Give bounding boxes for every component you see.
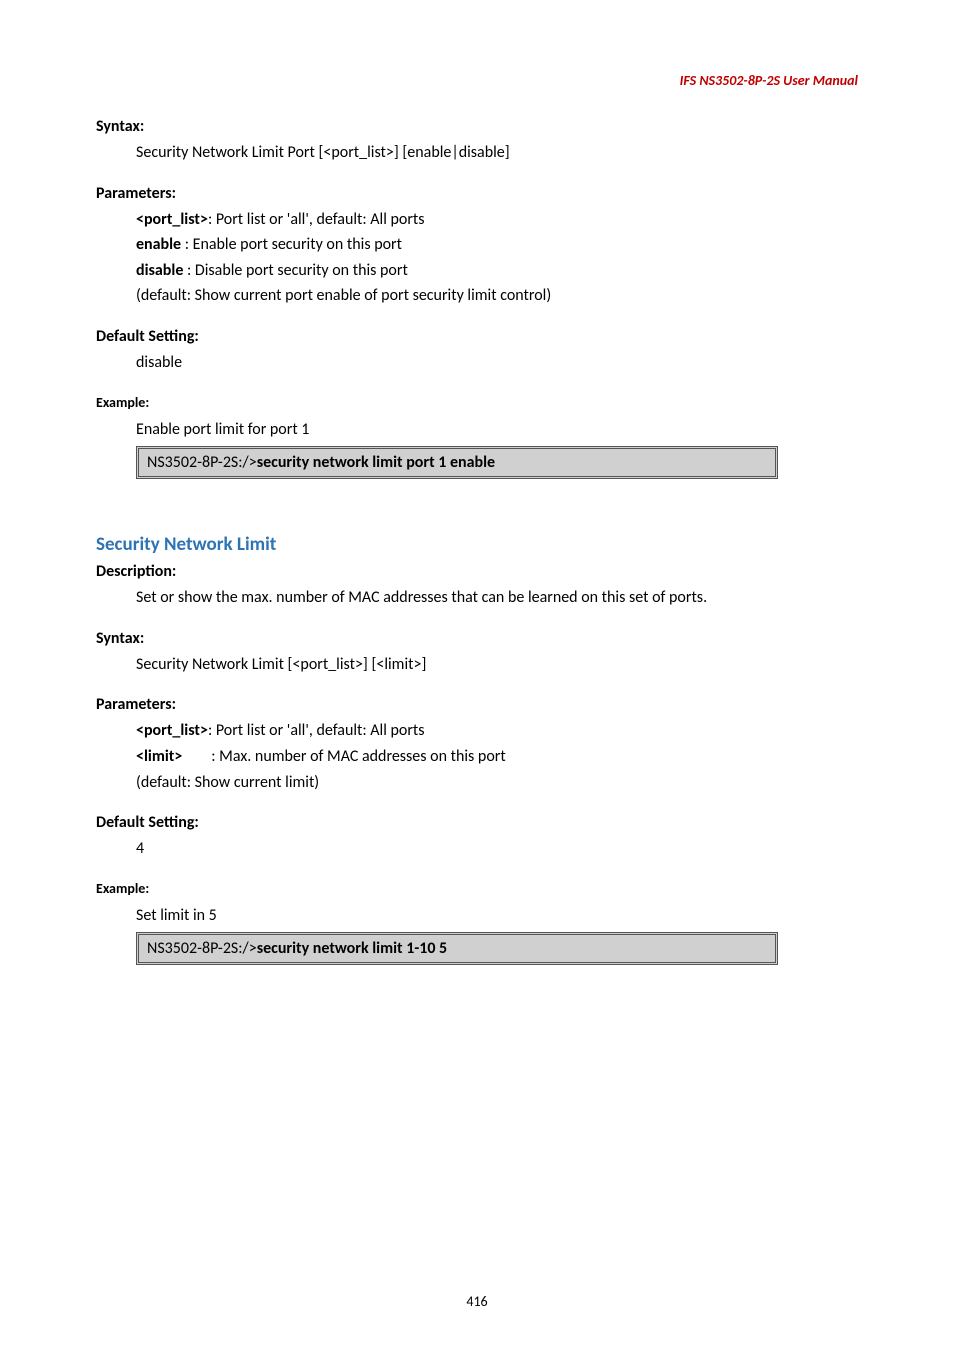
- param-portlist-2: <port_list>: Port list or 'all', default…: [136, 718, 858, 744]
- syntax-text-1: Security Network Limit Port [<port_list>…: [136, 140, 858, 166]
- param-limit-2: <limit> : Max. number of MAC addresses o…: [136, 744, 858, 770]
- example-label-1: Example:: [96, 394, 858, 411]
- param-default-2: (default: Show current limit): [136, 770, 858, 796]
- parameters-label-2: Parameters:: [96, 695, 858, 714]
- param-enable-1: enable : Enable port security on this po…: [136, 232, 858, 258]
- default-value-2: 4: [136, 836, 858, 862]
- param-portlist-desc-1: : Port list or 'all', default: All ports: [208, 210, 425, 229]
- description-label-2: Description:: [96, 562, 858, 581]
- default-value-1: disable: [136, 350, 858, 376]
- syntax-text-2: Security Network Limit [<port_list>] [<l…: [136, 652, 858, 678]
- param-disable-1: disable : Disable port security on this …: [136, 258, 858, 284]
- syntax-label-1: Syntax:: [96, 117, 858, 136]
- param-portlist-key-1: <port_list>: [136, 210, 208, 229]
- param-limit-key-2: <limit>: [136, 747, 182, 766]
- example-label-2: Example:: [96, 880, 858, 897]
- description-text-2: Set or show the max. number of MAC addre…: [136, 585, 858, 611]
- example-desc-2: Set limit in 5: [136, 903, 858, 929]
- default-label-1: Default Setting:: [96, 327, 858, 346]
- param-limit-desc-2: : Max. number of MAC addresses on this p…: [182, 747, 505, 766]
- page-number: 416: [0, 1293, 954, 1310]
- param-default-1: (default: Show current port enable of po…: [136, 283, 858, 309]
- param-enable-key-1: enable: [136, 235, 181, 254]
- syntax-label-2: Syntax:: [96, 629, 858, 648]
- section-title-2: Security Network Limit: [96, 533, 858, 556]
- cmd-prefix-1: NS3502-8P-2S:/>: [147, 453, 257, 472]
- param-portlist-1: <port_list>: Port list or 'all', default…: [136, 207, 858, 233]
- cmd-prefix-2: NS3502-8P-2S:/>: [147, 939, 257, 958]
- parameters-label-1: Parameters:: [96, 184, 858, 203]
- example-desc-1: Enable port limit for port 1: [136, 417, 858, 443]
- command-box-1: NS3502-8P-2S:/>security network limit po…: [136, 446, 778, 479]
- default-label-2: Default Setting:: [96, 813, 858, 832]
- header-product: IFS NS3502-8P-2S User Manual: [96, 72, 858, 89]
- param-disable-desc-1: : Disable port security on this port: [183, 261, 407, 280]
- param-portlist-key-2: <port_list>: [136, 721, 208, 740]
- command-box-2: NS3502-8P-2S:/>security network limit 1-…: [136, 932, 778, 965]
- cmd-bold-1: security network limit port 1 enable: [257, 453, 495, 472]
- param-disable-key-1: disable: [136, 261, 183, 280]
- param-portlist-desc-2: : Port list or 'all', default: All ports: [208, 721, 425, 740]
- param-enable-desc-1: : Enable port security on this port: [181, 235, 402, 254]
- cmd-bold-2: security network limit 1-10 5: [257, 939, 447, 958]
